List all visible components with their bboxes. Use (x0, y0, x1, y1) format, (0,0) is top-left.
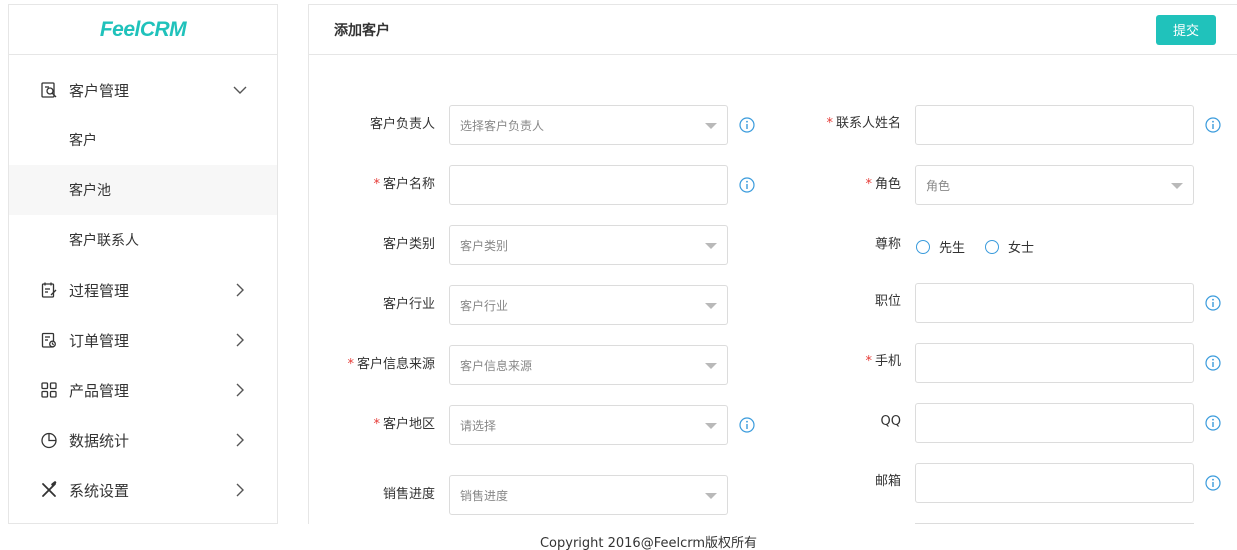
grid-icon (39, 380, 59, 400)
field-label-email: 邮箱 (874, 474, 901, 489)
info-source-select[interactable]: 客户信息来源 (449, 345, 728, 385)
field-label-mobile: * 手机 (865, 354, 901, 369)
region-select[interactable]: 请选择 (449, 405, 728, 445)
next-field-edge (915, 523, 1194, 525)
contact-name-input[interactable] (915, 105, 1194, 145)
info-icon[interactable] (1205, 117, 1221, 133)
radio-label: 先生 (939, 241, 966, 256)
field-label-position: 职位 (874, 294, 901, 309)
customer-search-icon (39, 80, 59, 100)
caret-down-icon (1171, 183, 1183, 189)
chevron-right-icon (233, 333, 247, 347)
info-icon[interactable] (1205, 415, 1221, 431)
sidebar-item-product-management[interactable]: 产品管理 (9, 365, 277, 415)
region-placeholder: 请选择 (460, 418, 497, 433)
chevron-right-icon (233, 433, 247, 447)
field-label-salutation: 尊称 (874, 237, 901, 252)
role-placeholder: 角色 (926, 178, 951, 193)
field-label-info-source: * 客户信息来源 (347, 357, 435, 372)
field-label-customer-category: 客户类别 (382, 237, 435, 252)
sidebar-item-label: 系统设置 (69, 481, 130, 500)
chevron-down-icon (233, 83, 247, 97)
owner-select[interactable]: 选择客户负责人 (449, 105, 728, 145)
sidebar-subitem-customer-pool[interactable]: 客户池 (9, 165, 277, 215)
sidebar-subitem-label: 客户 (69, 133, 97, 149)
sidebar-item-system-settings[interactable]: 系统设置 (9, 465, 277, 515)
field-label-qq: QQ (880, 414, 901, 429)
info-icon[interactable] (1205, 295, 1221, 311)
industry-placeholder: 客户行业 (460, 298, 509, 313)
field-label-contact-name: * 联系人姓名 (826, 116, 901, 131)
chevron-right-icon (233, 483, 247, 497)
position-input[interactable] (915, 283, 1194, 323)
caret-down-icon (705, 423, 717, 429)
sidebar: FeelCRM 客户管理 客户 客户池 客户联系人 过程管理 订单管理 产品管理… (8, 4, 278, 524)
qq-input[interactable] (915, 403, 1194, 443)
field-label-region: * 客户地区 (373, 417, 435, 432)
sidebar-item-order-management[interactable]: 订单管理 (9, 315, 277, 365)
caret-down-icon (705, 363, 717, 369)
field-label-role: * 角色 (865, 177, 901, 192)
clipboard-edit-icon (39, 280, 59, 300)
mobile-input[interactable] (915, 343, 1194, 383)
submit-button[interactable]: 提交 (1156, 14, 1216, 45)
order-doc-icon (39, 330, 59, 350)
field-label-industry: 客户行业 (382, 297, 435, 312)
sidebar-menu: 客户管理 客户 客户池 客户联系人 过程管理 订单管理 产品管理 数据统计 系统… (9, 55, 277, 515)
customer-category-select[interactable]: 客户类别 (449, 225, 728, 265)
info-icon[interactable] (1205, 475, 1221, 491)
sidebar-item-label: 过程管理 (69, 281, 130, 300)
caret-down-icon (705, 303, 717, 309)
info-source-placeholder: 客户信息来源 (460, 358, 533, 373)
page-header: 添加客户 提交 (309, 5, 1237, 55)
sales-progress-placeholder: 销售进度 (460, 488, 509, 503)
salutation-radio-group: 先生 女士 (916, 237, 1054, 256)
chevron-right-icon (233, 383, 247, 397)
radio-button[interactable] (916, 239, 930, 254)
main-panel: 添加客户 提交 客户负责人 选择客户负责人 * 客户名称 客户类别 客户类别 客户… (308, 4, 1237, 524)
page-title: 添加客户 (334, 22, 390, 39)
email-input[interactable] (915, 463, 1194, 503)
footer-copyright: Copyright 2016@Feelcrm版权所有 (539, 536, 758, 550)
field-label-customer-name: * 客户名称 (373, 177, 435, 192)
industry-select[interactable]: 客户行业 (449, 285, 728, 325)
info-icon[interactable] (1205, 355, 1221, 371)
sales-progress-select[interactable]: 销售进度 (449, 475, 728, 515)
radio-label: 女士 (1008, 241, 1035, 256)
salutation-option-mr[interactable]: 先生 (916, 237, 965, 256)
sidebar-item-label: 客户管理 (69, 81, 130, 100)
sidebar-item-label: 数据统计 (69, 431, 130, 450)
logo-text: FeelCRM (99, 17, 187, 41)
salutation-option-ms[interactable]: 女士 (985, 237, 1034, 256)
pie-chart-icon (39, 430, 59, 450)
role-select[interactable]: 角色 (915, 165, 1194, 205)
caret-down-icon (705, 123, 717, 129)
sidebar-item-process-management[interactable]: 过程管理 (9, 265, 277, 315)
field-label-owner: 客户负责人 (369, 117, 435, 132)
caret-down-icon (705, 243, 717, 249)
sidebar-subitem-label: 客户池 (69, 183, 111, 199)
caret-down-icon (705, 493, 717, 499)
logo[interactable]: FeelCRM (9, 5, 277, 55)
sidebar-item-data-statistics[interactable]: 数据统计 (9, 415, 277, 465)
sidebar-item-customer-management[interactable]: 客户管理 (9, 65, 277, 115)
field-label-sales-progress: 销售进度 (382, 487, 435, 502)
tools-icon (39, 480, 59, 500)
owner-select-placeholder: 选择客户负责人 (460, 118, 545, 133)
sidebar-subitem-customer[interactable]: 客户 (9, 115, 277, 165)
sidebar-subitem-label: 客户联系人 (69, 233, 139, 249)
radio-button[interactable] (985, 239, 1000, 254)
sidebar-item-label: 订单管理 (69, 331, 130, 350)
sidebar-subitem-customer-contacts[interactable]: 客户联系人 (9, 215, 277, 265)
customer-category-placeholder: 客户类别 (460, 238, 509, 253)
sidebar-item-label: 产品管理 (69, 381, 130, 400)
customer-name-input[interactable] (449, 165, 728, 205)
chevron-right-icon (233, 283, 247, 297)
